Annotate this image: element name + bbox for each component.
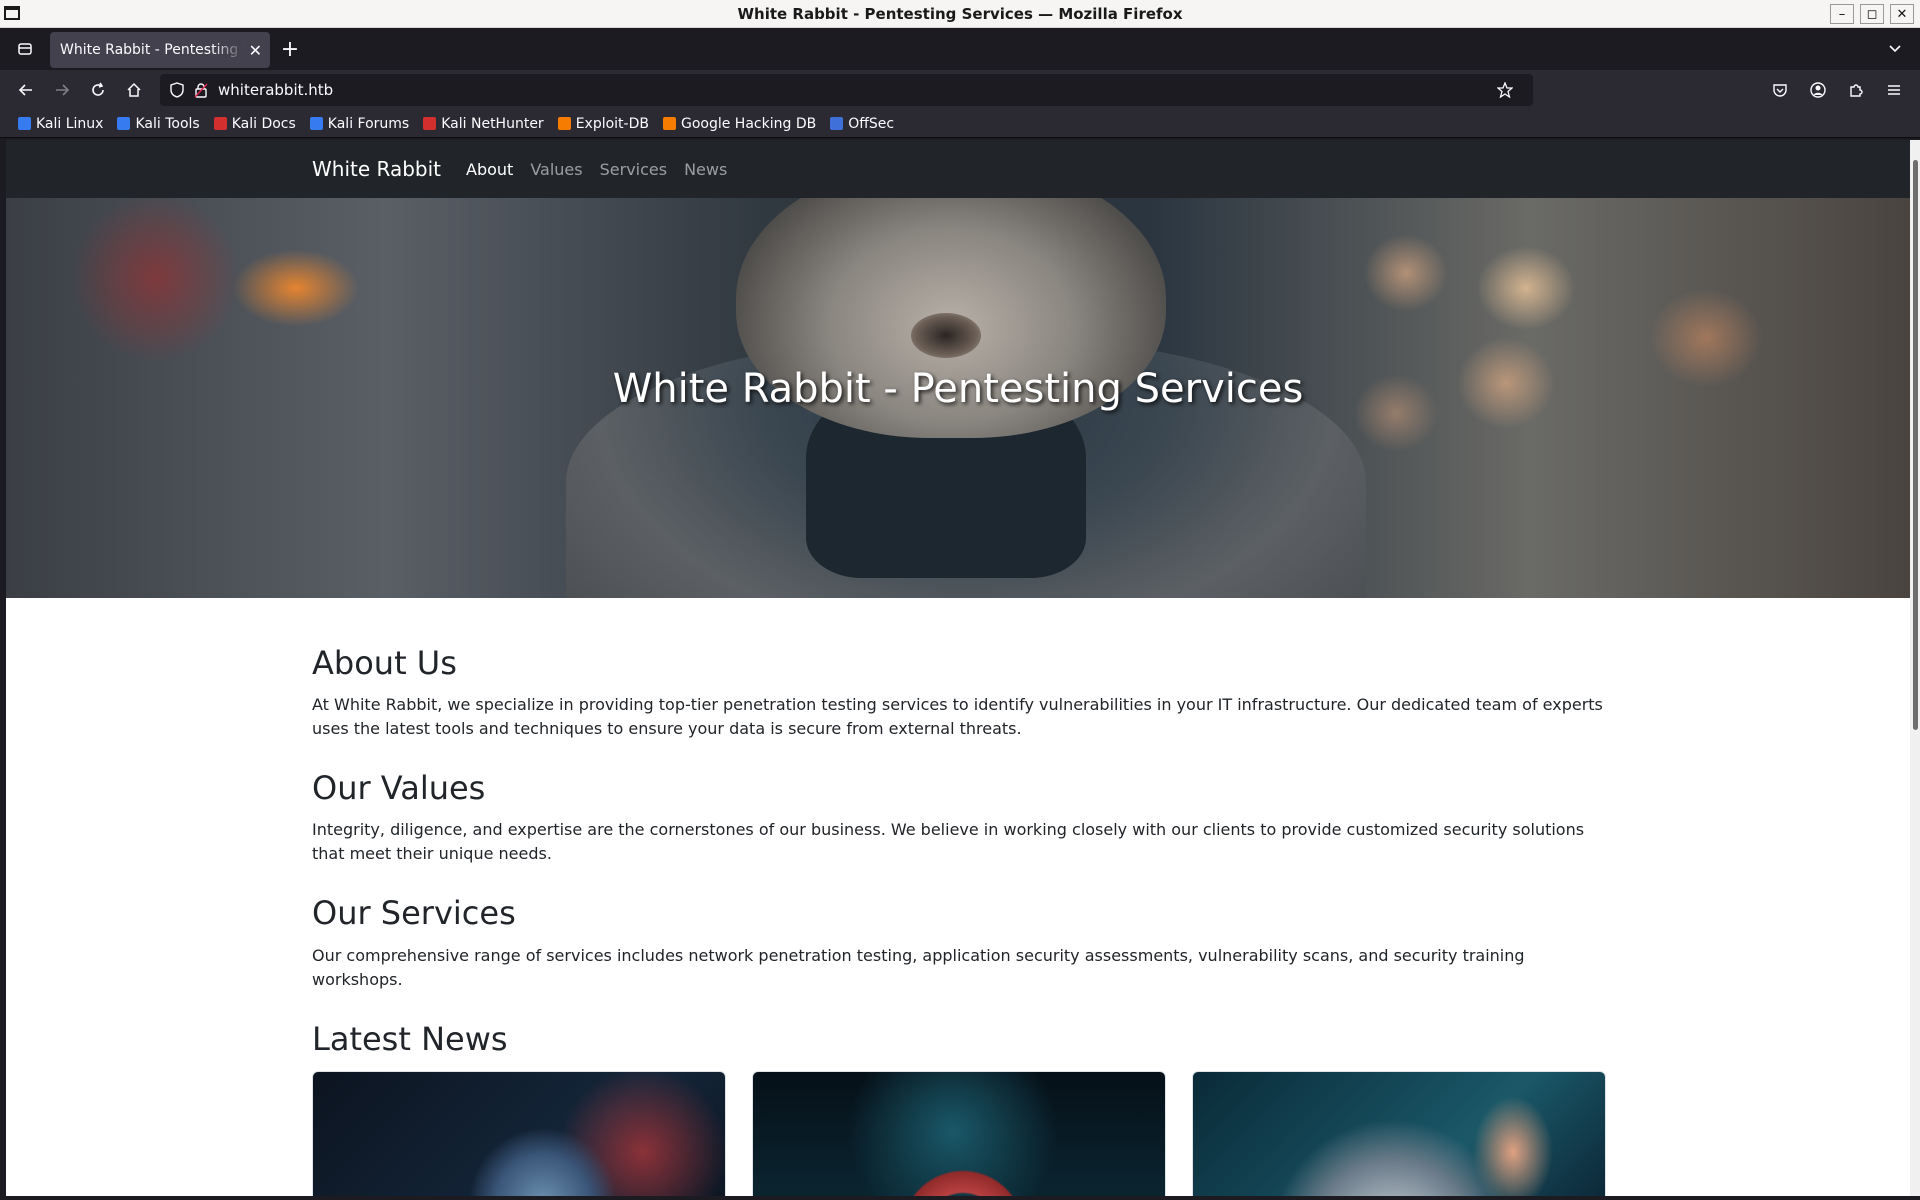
bookmarks-toolbar: Kali Linux Kali Tools Kali Docs Kali For… [0,110,1920,138]
extensions-button[interactable] [1838,74,1874,106]
hero-rabbit-nose-image [911,313,981,358]
bookmark-label: Kali NetHunter [441,115,544,132]
kali-dragon-icon [18,117,31,130]
bookmark-star-icon[interactable] [1497,82,1513,98]
section-heading: Latest News [312,1019,508,1058]
arrow-left-icon [18,84,32,96]
app-menu-button[interactable] [1876,74,1912,106]
firefox-view-button[interactable] [0,41,50,57]
kali-nethunter-icon [423,117,437,130]
url-text[interactable]: whiterabbit.htb [218,81,1497,99]
bookmark-label: Google Hacking DB [680,115,817,132]
bookmark-label: Kali Docs [231,115,296,132]
page-scrollbar[interactable] [1910,140,1920,1196]
kali-forums-icon [309,117,323,130]
hero-title: White Rabbit - Pentesting Services [612,366,1304,412]
exploit-db-icon [557,117,571,130]
chevron-down-icon [1889,45,1901,53]
site-brand[interactable]: White Rabbit [312,157,441,181]
news-card-image[interactable] [1192,1070,1606,1196]
news-card-image[interactable] [752,1070,1166,1196]
bookmark-exploit-db[interactable]: Exploit-DB [557,115,649,132]
section-heading: Our Services [312,894,516,933]
nav-link-services[interactable]: Services [600,160,667,179]
section-text: Integrity, diligence, and expertise are … [312,820,1585,864]
nav-link-about[interactable]: About [466,160,513,179]
kali-docs-icon [213,117,227,130]
scrollbar-thumb[interactable] [1913,160,1918,730]
about-section: About Us At White Rabbit, we specialize … [312,644,1606,741]
maximize-button[interactable]: ◻ [1860,4,1884,24]
puzzle-icon [1850,84,1863,97]
home-button[interactable] [116,74,152,106]
tab-active[interactable]: White Rabbit - Pentesting Services ✕ [50,32,270,68]
bookmark-kali-linux[interactable]: Kali Linux [18,116,103,132]
section-heading: Our Values [312,769,486,808]
list-all-tabs-button[interactable] [1888,40,1902,59]
url-bar[interactable]: whiterabbit.htb [160,74,1533,106]
section-text: At White Rabbit, we specialize in provid… [312,695,1603,739]
tab-strip: White Rabbit - Pentesting Services ✕ + [0,28,1920,70]
pocket-button[interactable] [1762,74,1798,106]
bookmark-google-hacking-db[interactable]: Google Hacking DB [662,115,817,132]
reload-button[interactable] [80,74,116,106]
site-navbar: White Rabbit About Values Services News [6,140,1910,198]
new-tab-button[interactable]: + [270,37,310,62]
close-window-button[interactable]: ✕ [1890,4,1914,24]
back-button[interactable] [8,74,44,106]
tab-close-icon[interactable]: ✕ [249,41,262,60]
window-title: White Rabbit - Pentesting Services — Moz… [737,4,1183,23]
hero-banner: White Rabbit - Pentesting Services [6,198,1910,598]
offsec-icon [830,117,844,130]
services-section: Our Services Our comprehensive range of … [312,896,1606,991]
hamburger-menu-icon [1888,85,1900,95]
google-hacking-db-icon [662,117,676,130]
bookmark-kali-forums[interactable]: Kali Forums [309,115,410,132]
pocket-icon [1773,84,1787,97]
reload-icon [92,82,104,96]
main-content: About Us At White Rabbit, we specialize … [6,644,1606,1196]
bookmark-label: OffSec [848,115,895,132]
lock-insecure-icon[interactable] [194,82,208,98]
bookmark-label: Exploit-DB [575,115,649,132]
bookmark-kali-nethunter[interactable]: Kali NetHunter [423,115,544,132]
kali-tools-icon [117,117,131,130]
home-icon [127,82,141,97]
account-button[interactable] [1800,74,1836,106]
bookmark-label: Kali Forums [327,115,410,132]
account-icon [1810,82,1826,98]
bookmark-label: Kali Tools [135,115,200,132]
forward-button[interactable] [44,74,80,106]
window-app-icon [4,6,20,20]
tab-label: White Rabbit - Pentesting Services [60,42,245,58]
news-cards [312,1070,1606,1196]
nav-link-values[interactable]: Values [530,160,582,179]
page-viewport: White Rabbit About Values Services News … [6,140,1910,1196]
news-card-image[interactable] [312,1070,726,1196]
news-section: Latest News [312,1019,1606,1196]
bookmark-kali-docs[interactable]: Kali Docs [213,115,296,132]
nav-link-news[interactable]: News [684,160,727,179]
bookmark-offsec[interactable]: OffSec [830,116,894,132]
shield-icon[interactable] [170,82,184,98]
window-titlebar: White Rabbit - Pentesting Services — Moz… [0,0,1920,28]
section-heading: About Us [312,644,457,682]
minimize-button[interactable]: – [1830,4,1854,24]
section-text: Our comprehensive range of services incl… [312,945,1525,989]
arrow-right-icon [56,84,70,96]
bookmark-label: Kali Linux [36,115,104,132]
bookmark-kali-tools[interactable]: Kali Tools [117,115,200,132]
nav-toolbar: whiterabbit.htb [0,70,1920,110]
values-section: Our Values Integrity, diligence, and exp… [312,769,1606,866]
firefox-view-icon [18,43,32,55]
